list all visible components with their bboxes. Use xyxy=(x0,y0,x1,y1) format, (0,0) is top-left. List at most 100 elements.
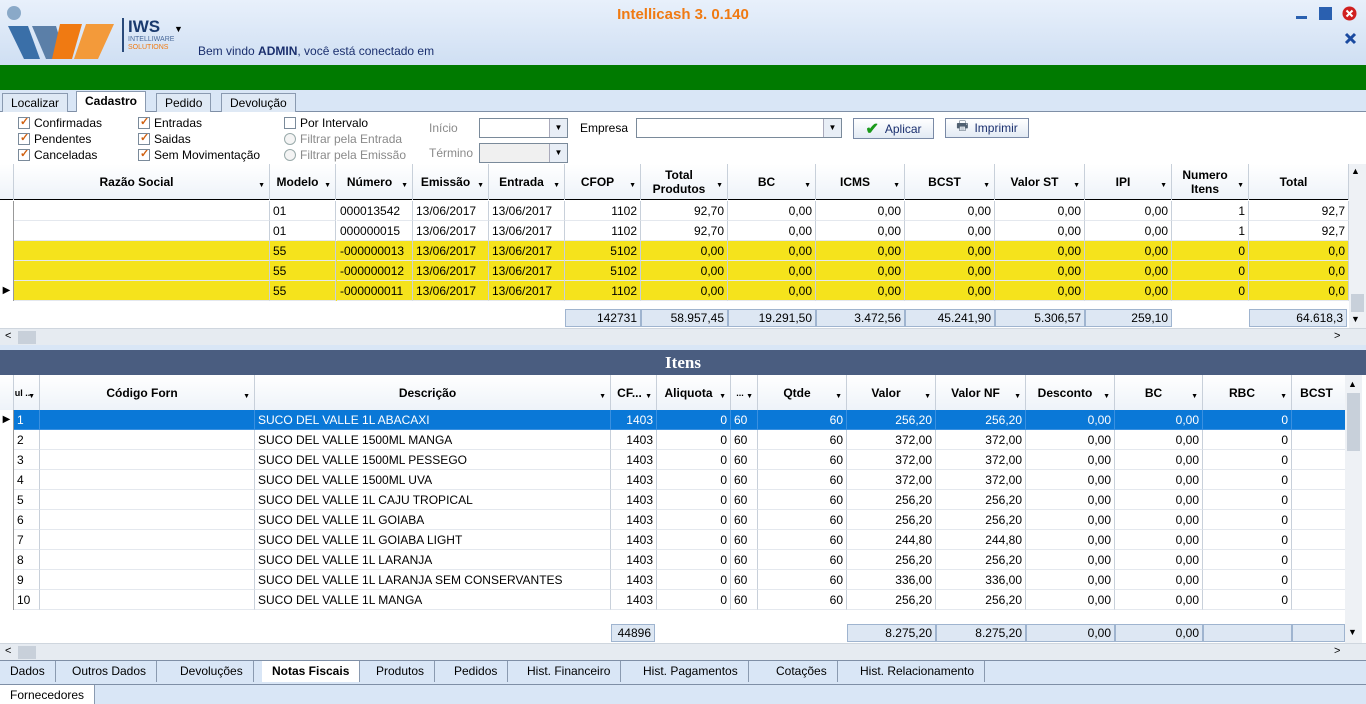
row-indicator[interactable] xyxy=(0,241,14,261)
itens-cell[interactable]: 372,00 xyxy=(936,450,1026,470)
itens-cell[interactable]: SUCO DEL VALLE 1L GOIABA xyxy=(255,510,611,530)
chevron-down-icon[interactable]: ▼ xyxy=(835,390,842,404)
notas-cell[interactable]: 1 xyxy=(1172,221,1249,241)
chevron-down-icon[interactable]: ▼ xyxy=(629,179,636,193)
notas-cell[interactable]: 0,00 xyxy=(816,261,905,281)
itens-cell[interactable]: SUCO DEL VALLE 1500ML PESSEGO xyxy=(255,450,611,470)
itens-cell[interactable]: SUCO DEL VALLE 1500ML MANGA xyxy=(255,430,611,450)
notas-cell[interactable]: 0,00 xyxy=(905,281,995,301)
itens-cell[interactable]: 60 xyxy=(758,550,847,570)
itens-cell[interactable]: SUCO DEL VALLE 1L LARANJA SEM CONSERVANT… xyxy=(255,570,611,590)
notas-cell[interactable]: 1102 xyxy=(565,221,641,241)
itens-cell[interactable]: 60 xyxy=(758,450,847,470)
notas-cell[interactable]: 0,00 xyxy=(1085,201,1172,221)
notas-cell[interactable]: -000000012 xyxy=(337,261,413,281)
scroll-right-icon[interactable]: > xyxy=(1334,330,1340,342)
notas-table-row[interactable]: 55 -000000012 13/06/2017 13/06/2017 5102 0,00… xyxy=(0,261,1349,281)
notas-cell[interactable]: 55 xyxy=(270,281,336,301)
notas-cell[interactable]: 0,00 xyxy=(728,221,816,241)
itens-cell[interactable]: 60 xyxy=(731,470,758,490)
itens-cell[interactable]: 60 xyxy=(731,450,758,470)
row-indicator[interactable]: ▶ xyxy=(0,410,14,430)
itens-table-row[interactable]: 4 SUCO DEL VALLE 1500ML UVA 1403 0 60 60 372,0… xyxy=(0,470,1352,490)
itens-cell[interactable] xyxy=(40,490,255,510)
notas-cell[interactable]: -000000011 xyxy=(337,281,413,301)
itens-cell[interactable]: 60 xyxy=(758,510,847,530)
notas-cell[interactable]: 0,0 xyxy=(1249,281,1349,301)
menu-dropdown-icon[interactable]: ▼ xyxy=(174,24,183,34)
itens-cell[interactable]: 3 xyxy=(14,450,40,470)
chevron-down-icon[interactable]: ▼ xyxy=(549,144,567,162)
itens-cell[interactable]: 60 xyxy=(731,430,758,450)
notas-cell[interactable]: 13/06/2017 xyxy=(413,241,489,261)
itens-cell[interactable]: 6 xyxy=(14,510,40,530)
itens-cell[interactable]: 1403 xyxy=(611,470,657,490)
itens-table-row[interactable]: 8 SUCO DEL VALLE 1L LARANJA 1403 0 60 60 256,2… xyxy=(0,550,1352,570)
itens-col-header[interactable]: Qtde ▼ xyxy=(758,375,847,411)
itens-cell[interactable]: 1403 xyxy=(611,590,657,610)
notas-cell[interactable]: 13/06/2017 xyxy=(489,281,565,301)
itens-cell[interactable]: 256,20 xyxy=(847,490,936,510)
tab-pedidos[interactable]: Pedidos xyxy=(444,661,509,682)
row-indicator[interactable] xyxy=(0,201,14,221)
tab-hist-financeiro[interactable]: Hist. Financeiro xyxy=(517,661,622,682)
itens-horizontal-scrollbar[interactable]: < > xyxy=(0,643,1366,660)
imprimir-button[interactable]: 🖶 Imprimir xyxy=(945,118,1029,138)
itens-cell[interactable]: 0 xyxy=(657,550,731,570)
notas-col-header[interactable]: Razão Social ▼ xyxy=(14,164,270,200)
checkbox-box[interactable] xyxy=(18,115,30,129)
maximize-icon[interactable] xyxy=(1318,6,1333,21)
notas-col-header[interactable]: IPI ▼ xyxy=(1085,164,1172,200)
itens-cell[interactable]: 60 xyxy=(758,430,847,450)
itens-cell[interactable]: 0,00 xyxy=(1026,570,1115,590)
itens-col-header[interactable]: CF... ▼ xyxy=(611,375,657,411)
itens-cell[interactable]: 0 xyxy=(1203,550,1292,570)
itens-cell[interactable]: SUCO DEL VALLE 1L ABACAXI xyxy=(255,410,611,430)
itens-table-row[interactable]: 6 SUCO DEL VALLE 1L GOIABA 1403 0 60 60 256,20… xyxy=(0,510,1352,530)
itens-cell[interactable]: 0 xyxy=(657,570,731,590)
notas-table-row[interactable]: 01 000000015 13/06/2017 13/06/2017 1102 92,70… xyxy=(0,221,1349,241)
itens-cell[interactable]: 60 xyxy=(731,570,758,590)
notas-cell[interactable]: 13/06/2017 xyxy=(489,221,565,241)
checkbox-box[interactable] xyxy=(18,131,30,145)
filtrar-entrada-radio[interactable]: Filtrar pela Entrada xyxy=(284,132,402,146)
notas-horizontal-scrollbar[interactable]: < > xyxy=(0,328,1366,345)
itens-cell[interactable]: 244,80 xyxy=(936,530,1026,550)
notas-cell[interactable]: 92,70 xyxy=(641,201,728,221)
itens-cell[interactable] xyxy=(40,470,255,490)
chevron-down-icon[interactable]: ▼ xyxy=(1103,390,1110,404)
notas-col-header[interactable]: BC ▼ xyxy=(728,164,816,200)
itens-cell[interactable]: 60 xyxy=(731,550,758,570)
itens-cell[interactable]: 256,20 xyxy=(936,510,1026,530)
notas-cell[interactable] xyxy=(14,221,270,241)
radio-circle[interactable] xyxy=(284,133,296,145)
checkbox-box[interactable] xyxy=(18,147,30,161)
notas-cell[interactable]: 000000015 xyxy=(337,221,413,241)
notas-col-header[interactable]: ICMS ▼ xyxy=(816,164,905,200)
notas-col-header[interactable]: Total Produtos ▼ xyxy=(641,164,728,200)
row-indicator[interactable] xyxy=(0,570,14,590)
itens-cell[interactable] xyxy=(40,430,255,450)
notas-col-header[interactable]: BCST ▼ xyxy=(905,164,995,200)
notas-cell[interactable]: 0,00 xyxy=(816,221,905,241)
itens-cell[interactable] xyxy=(1292,590,1352,610)
itens-cell[interactable]: 0,00 xyxy=(1115,550,1203,570)
itens-cell[interactable]: 0,00 xyxy=(1115,490,1203,510)
tab-produtos[interactable]: Produtos xyxy=(366,661,436,682)
itens-cell[interactable]: 0,00 xyxy=(1026,470,1115,490)
minimize-icon[interactable] xyxy=(1294,6,1309,21)
itens-col-header[interactable]: ... ▼ xyxy=(731,375,758,411)
por-intervalo-checkbox[interactable]: Por Intervalo xyxy=(284,116,368,130)
itens-cell[interactable] xyxy=(1292,410,1352,430)
notas-cell[interactable]: 1102 xyxy=(565,201,641,221)
itens-cell[interactable]: 1403 xyxy=(611,410,657,430)
notas-col-header[interactable]: Numero Itens ▼ xyxy=(1172,164,1249,200)
radio-circle[interactable] xyxy=(284,149,296,161)
itens-cell[interactable]: 336,00 xyxy=(847,570,936,590)
itens-col-header[interactable]: Valor NF ▼ xyxy=(936,375,1026,411)
chevron-down-icon[interactable]: ▼ xyxy=(983,179,990,193)
itens-col-header[interactable]: ul .. ▼ xyxy=(14,375,40,411)
itens-cell[interactable]: 60 xyxy=(758,570,847,590)
itens-cell[interactable]: 0,00 xyxy=(1026,550,1115,570)
chevron-down-icon[interactable]: ▼ xyxy=(28,390,35,404)
